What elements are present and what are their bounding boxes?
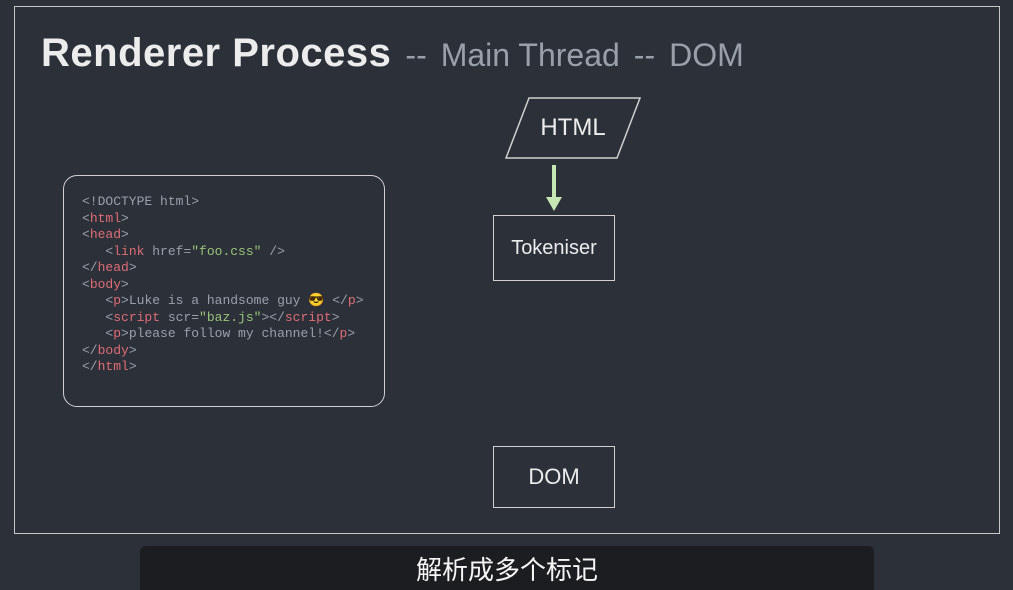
- video-caption: 解析成多个标记: [140, 546, 874, 590]
- code-token: <: [82, 293, 113, 308]
- code-token: script: [285, 310, 332, 325]
- code-token: </: [332, 293, 348, 308]
- code-token: <: [82, 277, 90, 292]
- dom-node: DOM: [493, 446, 615, 508]
- slide-frame: Renderer Process -- Main Thread -- DOM <…: [14, 6, 1000, 534]
- code-token: "baz.js": [199, 310, 261, 325]
- code-token: head: [90, 227, 121, 242]
- code-token: html: [98, 359, 129, 374]
- code-token: />: [261, 244, 284, 259]
- code-token: </: [82, 359, 98, 374]
- caption-text: 解析成多个标记: [416, 550, 598, 587]
- code-token: >: [129, 343, 137, 358]
- code-token: head: [98, 260, 129, 275]
- code-token: p: [113, 293, 121, 308]
- heading-sub-1: Main Thread: [441, 37, 620, 74]
- code-token: body: [90, 277, 121, 292]
- code-token: link: [113, 244, 144, 259]
- code-token: href=: [144, 244, 191, 259]
- code-token: >: [121, 227, 129, 242]
- code-token: <: [82, 227, 90, 242]
- code-token: ></: [261, 310, 284, 325]
- code-token: </: [82, 343, 98, 358]
- code-token: >: [121, 211, 129, 226]
- code-token: >: [121, 293, 129, 308]
- code-token: html: [90, 211, 121, 226]
- slide-heading: Renderer Process -- Main Thread -- DOM: [41, 31, 744, 76]
- code-token: <: [82, 310, 113, 325]
- code-token: </: [82, 260, 98, 275]
- code-token: p: [348, 293, 356, 308]
- tokeniser-node: Tokeniser: [493, 215, 615, 281]
- code-token: >: [121, 326, 129, 341]
- code-token: >: [347, 326, 355, 341]
- tokeniser-node-label: Tokeniser: [511, 237, 597, 260]
- code-token: p: [113, 326, 121, 341]
- code-token: </: [324, 326, 340, 341]
- code-token: >: [356, 293, 364, 308]
- code-token: please follow my channel!: [129, 326, 324, 341]
- code-token: <: [82, 326, 113, 341]
- code-token: <: [82, 244, 113, 259]
- heading-main: Renderer Process: [41, 31, 391, 76]
- dom-node-label: DOM: [528, 464, 579, 490]
- heading-sub-2: DOM: [669, 37, 744, 74]
- code-token: scr=: [160, 310, 199, 325]
- code-snippet-card: <!DOCTYPE html> <html> <head> <link href…: [63, 175, 385, 407]
- heading-sep-1: --: [405, 37, 426, 74]
- code-token: "foo.css": [191, 244, 261, 259]
- code-token: <!DOCTYPE html>: [82, 194, 199, 209]
- html-node-label: HTML: [540, 114, 605, 142]
- code-token: >: [129, 260, 137, 275]
- code-token: script: [113, 310, 160, 325]
- code-token: body: [98, 343, 129, 358]
- heading-sep-2: --: [634, 37, 655, 74]
- code-token: <: [82, 211, 90, 226]
- code-token: >: [332, 310, 340, 325]
- html-node: HTML: [505, 97, 641, 159]
- code-token: Luke is a handsome guy 😎: [129, 293, 332, 308]
- code-token: >: [129, 359, 137, 374]
- arrow-html-to-tokeniser: [552, 165, 556, 211]
- code-token: >: [121, 277, 129, 292]
